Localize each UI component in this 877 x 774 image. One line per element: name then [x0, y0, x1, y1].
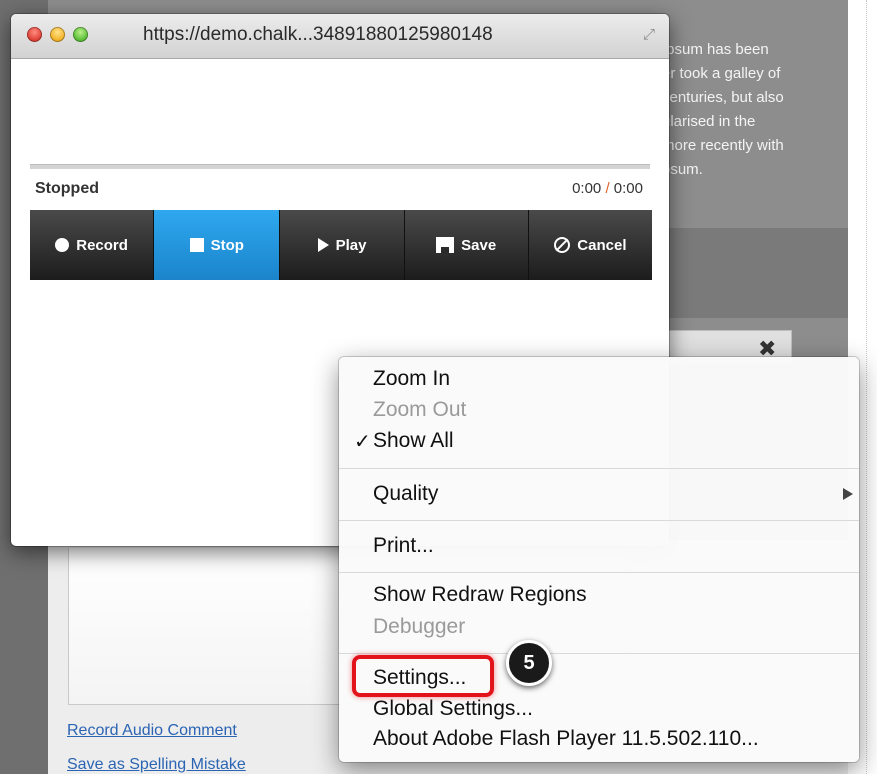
fullscreen-icon[interactable]: ⤢	[643, 26, 655, 43]
recorder-controls: Record Stop Play Save Cancel	[30, 210, 652, 280]
step-number-badge: 5	[506, 640, 552, 686]
menu-separator	[339, 572, 859, 573]
recorder-status: Stopped	[35, 180, 99, 197]
menu-item-show-all[interactable]: ✓ Show All	[354, 429, 454, 453]
background-text-line: more recently with	[662, 137, 784, 154]
stop-icon	[189, 238, 204, 252]
time-total: 0:00	[613, 180, 643, 197]
menu-item-about-flash-player[interactable]: About Adobe Flash Player 11.5.502.110...	[373, 727, 759, 751]
menu-separator	[339, 653, 859, 654]
menu-item-quality[interactable]: Quality	[373, 482, 438, 506]
progress-bar[interactable]	[30, 164, 650, 169]
record-icon	[55, 238, 70, 252]
cancel-button-label: Cancel	[577, 236, 627, 254]
cancel-icon	[554, 237, 571, 253]
menu-item-debugger: Debugger	[373, 615, 466, 638]
window-title: https://demo.chalk...34891880125980148	[143, 24, 493, 45]
recorder-timer: 0:00 / 0:00	[572, 180, 643, 197]
close-window-button[interactable]	[27, 27, 42, 42]
stop-button[interactable]: Stop	[154, 210, 281, 280]
stop-button-label: Stop	[210, 236, 244, 254]
window-titlebar[interactable]: https://demo.chalk...34891880125980148 ⤢	[11, 14, 669, 59]
time-elapsed: 0:00	[572, 180, 602, 197]
background-text-line: psum.	[662, 161, 703, 178]
menu-item-print[interactable]: Print...	[373, 534, 434, 558]
save-icon	[436, 237, 455, 253]
menu-item-show-all-label: Show All	[373, 429, 454, 452]
settings-highlight-box	[352, 655, 494, 697]
menu-separator	[339, 468, 859, 469]
background-text-line: ularised in the	[662, 113, 756, 130]
menu-item-global-settings[interactable]: Global Settings...	[373, 697, 533, 721]
save-button-label: Save	[461, 236, 497, 254]
menu-separator	[339, 520, 859, 521]
menu-item-zoom-in[interactable]: Zoom In	[373, 367, 450, 391]
save-as-spelling-mistake-link[interactable]: Save as Spelling Mistake	[67, 756, 246, 774]
menu-item-zoom-out: Zoom Out	[373, 398, 467, 421]
background-text-line: er took a galley of	[662, 65, 781, 82]
zoom-window-button[interactable]	[73, 27, 88, 42]
checkmark-icon: ✓	[354, 431, 371, 453]
save-button[interactable]: Save	[405, 210, 529, 280]
background-text: Ipsum has been er took a galley of centu…	[662, 38, 842, 182]
background-text-line: Ipsum has been	[662, 41, 769, 58]
menu-item-show-redraw-regions[interactable]: Show Redraw Regions	[373, 583, 587, 607]
record-audio-comment-link[interactable]: Record Audio Comment	[67, 722, 237, 740]
submenu-arrow-icon	[843, 488, 853, 500]
play-button-label: Play	[335, 236, 367, 254]
record-button-label: Record	[76, 236, 128, 254]
minimize-window-button[interactable]	[50, 27, 65, 42]
play-icon	[317, 238, 329, 252]
time-separator: /	[605, 180, 610, 197]
record-button[interactable]: Record	[30, 210, 155, 280]
play-button[interactable]: Play	[280, 210, 405, 280]
cancel-button[interactable]: Cancel	[529, 210, 652, 280]
background-text-line: centuries, but also	[662, 89, 784, 106]
flash-context-menu: Zoom In Zoom Out ✓ Show All Quality Prin…	[339, 357, 859, 762]
